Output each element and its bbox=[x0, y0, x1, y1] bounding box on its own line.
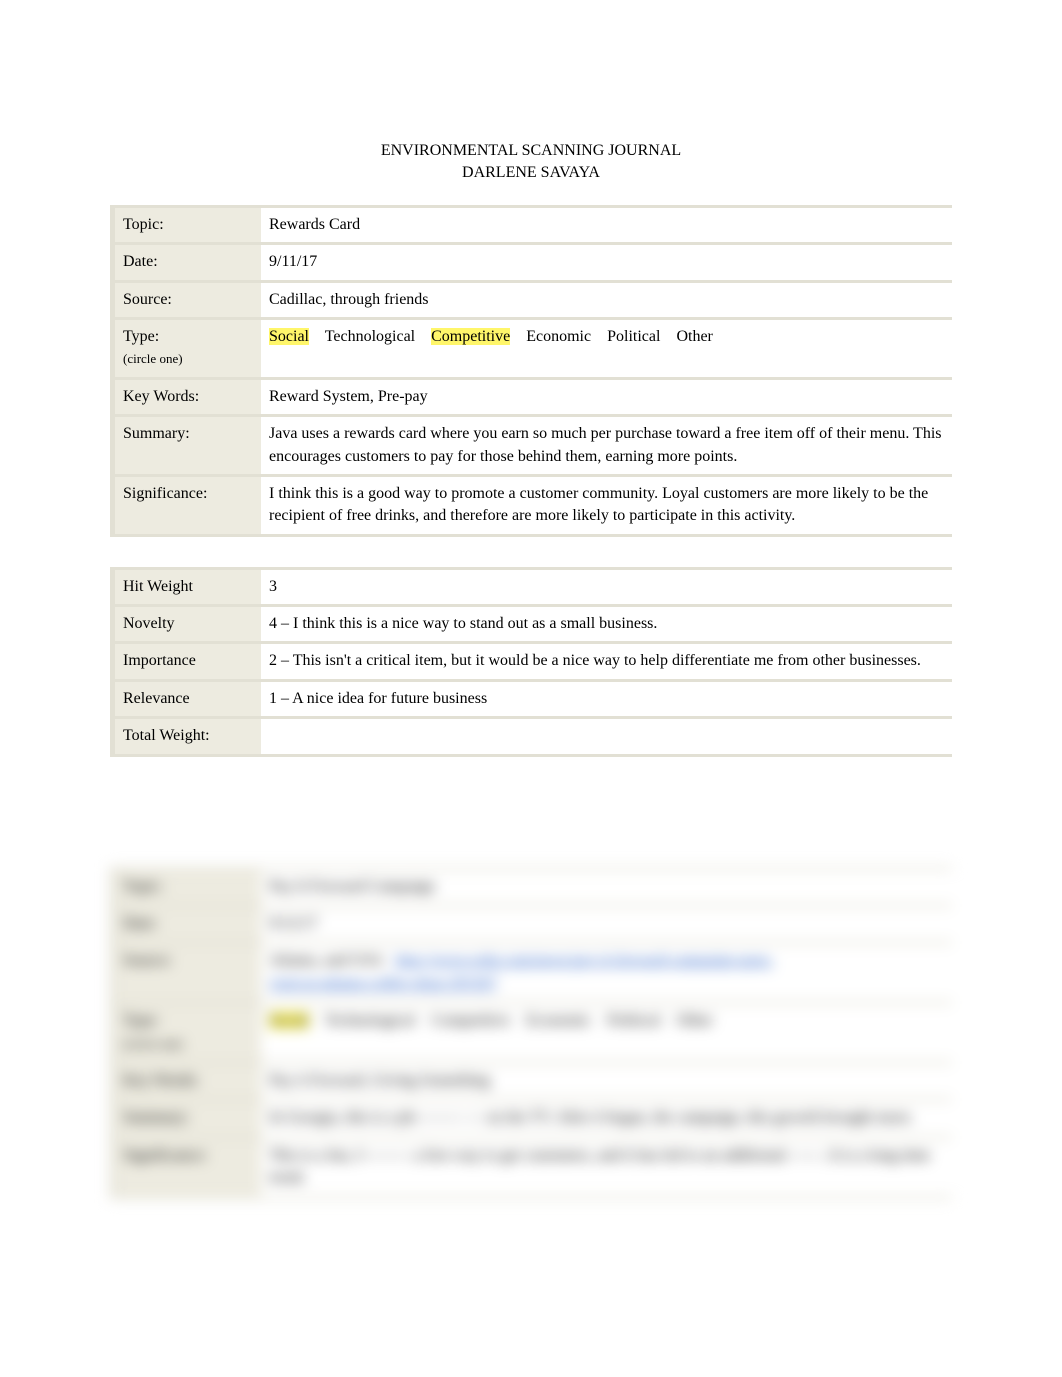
label-type-2-line2: (circle one) bbox=[123, 1036, 183, 1051]
source-2-link-cont[interactable]: viral-at-atlanta-coffee-shop-291567 bbox=[269, 975, 497, 992]
row-summary: Summary: Java uses a rewards card where … bbox=[110, 414, 952, 474]
row-summary-2: Summary: In Georgia, this is a ph——— — o… bbox=[110, 1098, 952, 1135]
label-significance-2: Significance: bbox=[110, 1136, 261, 1199]
document-title: ENVIRONMENTAL SCANNING JOURNAL bbox=[110, 140, 952, 162]
row-type-2: Type: (circle one) Social Technological … bbox=[110, 1001, 952, 1061]
row-keywords: Key Words: Reward System, Pre-pay bbox=[110, 377, 952, 414]
value-keywords-2: Pay it Forward, Giving Something bbox=[261, 1061, 952, 1098]
value-hit-weight: 3 bbox=[261, 567, 952, 604]
label-type-line2: (circle one) bbox=[123, 351, 183, 366]
value-summary: Java uses a rewards card where you earn … bbox=[261, 414, 952, 474]
value-significance: I think this is a good way to promote a … bbox=[261, 474, 952, 537]
type2-option-social: Social bbox=[269, 1012, 309, 1029]
row-topic: Topic: Rewards Card bbox=[110, 205, 952, 242]
label-topic-2: Topic: bbox=[110, 867, 261, 904]
row-source-2: Source: Atlanta, and USA http://www.wtkr… bbox=[110, 941, 952, 1001]
type-option-technological: Technological bbox=[325, 328, 415, 345]
type-option-competitive: Competitive bbox=[431, 328, 510, 345]
label-importance: Importance bbox=[110, 641, 261, 678]
document-author: DARLENE SAVAYA bbox=[110, 162, 952, 184]
value-total-weight bbox=[261, 716, 952, 756]
label-topic: Topic: bbox=[110, 205, 261, 242]
label-type-2-line1: Type: bbox=[123, 1012, 159, 1029]
value-date-2: 9/12/17 bbox=[261, 904, 952, 941]
value-relevance: 1 – A nice idea for future business bbox=[261, 679, 952, 716]
row-relevance: Relevance 1 – A nice idea for future bus… bbox=[110, 679, 952, 716]
value-significance-2: This is a fun, f——— a free way to get cu… bbox=[261, 1136, 952, 1199]
value-keywords: Reward System, Pre-pay bbox=[261, 377, 952, 414]
value-novelty: 4 – I think this is a nice way to stand … bbox=[261, 604, 952, 641]
label-hit-weight: Hit Weight bbox=[110, 567, 261, 604]
label-relevance: Relevance bbox=[110, 679, 261, 716]
label-significance: Significance: bbox=[110, 474, 261, 537]
label-type: Type: (circle one) bbox=[110, 317, 261, 377]
label-date: Date: bbox=[110, 242, 261, 279]
weights-table: Hit Weight 3 Novelty 4 – I think this is… bbox=[110, 567, 952, 757]
label-summary: Summary: bbox=[110, 414, 261, 474]
label-keywords: Key Words: bbox=[110, 377, 261, 414]
label-source-2: Source: bbox=[110, 941, 261, 1001]
row-topic-2: Topic: Pay It Forward Campaign bbox=[110, 867, 952, 904]
row-source: Source: Cadillac, through friends bbox=[110, 280, 952, 317]
row-date: Date: 9/11/17 bbox=[110, 242, 952, 279]
type-option-other: Other bbox=[676, 328, 712, 345]
value-importance: 2 – This isn't a critical item, but it w… bbox=[261, 641, 952, 678]
document-heading: ENVIRONMENTAL SCANNING JOURNAL DARLENE S… bbox=[110, 140, 952, 185]
label-keywords-2: Key Words: bbox=[110, 1061, 261, 1098]
type2-option-technological: Technological bbox=[325, 1012, 415, 1029]
row-keywords-2: Key Words: Pay it Forward, Giving Someth… bbox=[110, 1061, 952, 1098]
type-option-economic: Economic bbox=[526, 328, 591, 345]
type-option-social: Social bbox=[269, 328, 309, 345]
row-importance: Importance 2 – This isn't a critical ite… bbox=[110, 641, 952, 678]
type2-option-political: Political bbox=[607, 1012, 660, 1029]
value-source: Cadillac, through friends bbox=[261, 280, 952, 317]
row-significance-2: Significance: This is a fun, f——— a free… bbox=[110, 1136, 952, 1199]
value-date: 9/11/17 bbox=[261, 242, 952, 279]
row-novelty: Novelty 4 – I think this is a nice way t… bbox=[110, 604, 952, 641]
row-total-weight: Total Weight: bbox=[110, 716, 952, 756]
entry-table-2: Topic: Pay It Forward Campaign Date: 9/1… bbox=[110, 867, 952, 1199]
label-type-line1: Type: bbox=[123, 328, 159, 345]
value-type-2: Social Technological Competitive Economi… bbox=[261, 1001, 952, 1061]
value-type: Social Technological Competitive Economi… bbox=[261, 317, 952, 377]
label-total-weight: Total Weight: bbox=[110, 716, 261, 756]
entry-table-2-blurred: Topic: Pay It Forward Campaign Date: 9/1… bbox=[110, 867, 952, 1199]
row-significance: Significance: I think this is a good way… bbox=[110, 474, 952, 537]
row-hit-weight: Hit Weight 3 bbox=[110, 567, 952, 604]
row-date-2: Date: 9/12/17 bbox=[110, 904, 952, 941]
label-novelty: Novelty bbox=[110, 604, 261, 641]
row-type: Type: (circle one) Social Technological … bbox=[110, 317, 952, 377]
value-topic-2: Pay It Forward Campaign bbox=[261, 867, 952, 904]
entry-table-1: Topic: Rewards Card Date: 9/11/17 Source… bbox=[110, 205, 952, 537]
label-source: Source: bbox=[110, 280, 261, 317]
type2-option-other: Other bbox=[676, 1012, 712, 1029]
value-source-2: Atlanta, and USA http://www.wtkr.com/new… bbox=[261, 941, 952, 1001]
label-date-2: Date: bbox=[110, 904, 261, 941]
source-2-text: Atlanta, and USA bbox=[269, 952, 383, 969]
type-option-political: Political bbox=[607, 328, 660, 345]
type2-option-economic: Economic bbox=[526, 1012, 591, 1029]
label-type-2: Type: (circle one) bbox=[110, 1001, 261, 1061]
type2-option-competitive: Competitive bbox=[431, 1012, 510, 1029]
source-2-link[interactable]: http://www.wtkr.com/news/pay-it-forward-… bbox=[395, 952, 773, 969]
value-topic: Rewards Card bbox=[261, 205, 952, 242]
label-summary-2: Summary: bbox=[110, 1098, 261, 1135]
value-summary-2: In Georgia, this is a ph——— — on the TV.… bbox=[261, 1098, 952, 1135]
